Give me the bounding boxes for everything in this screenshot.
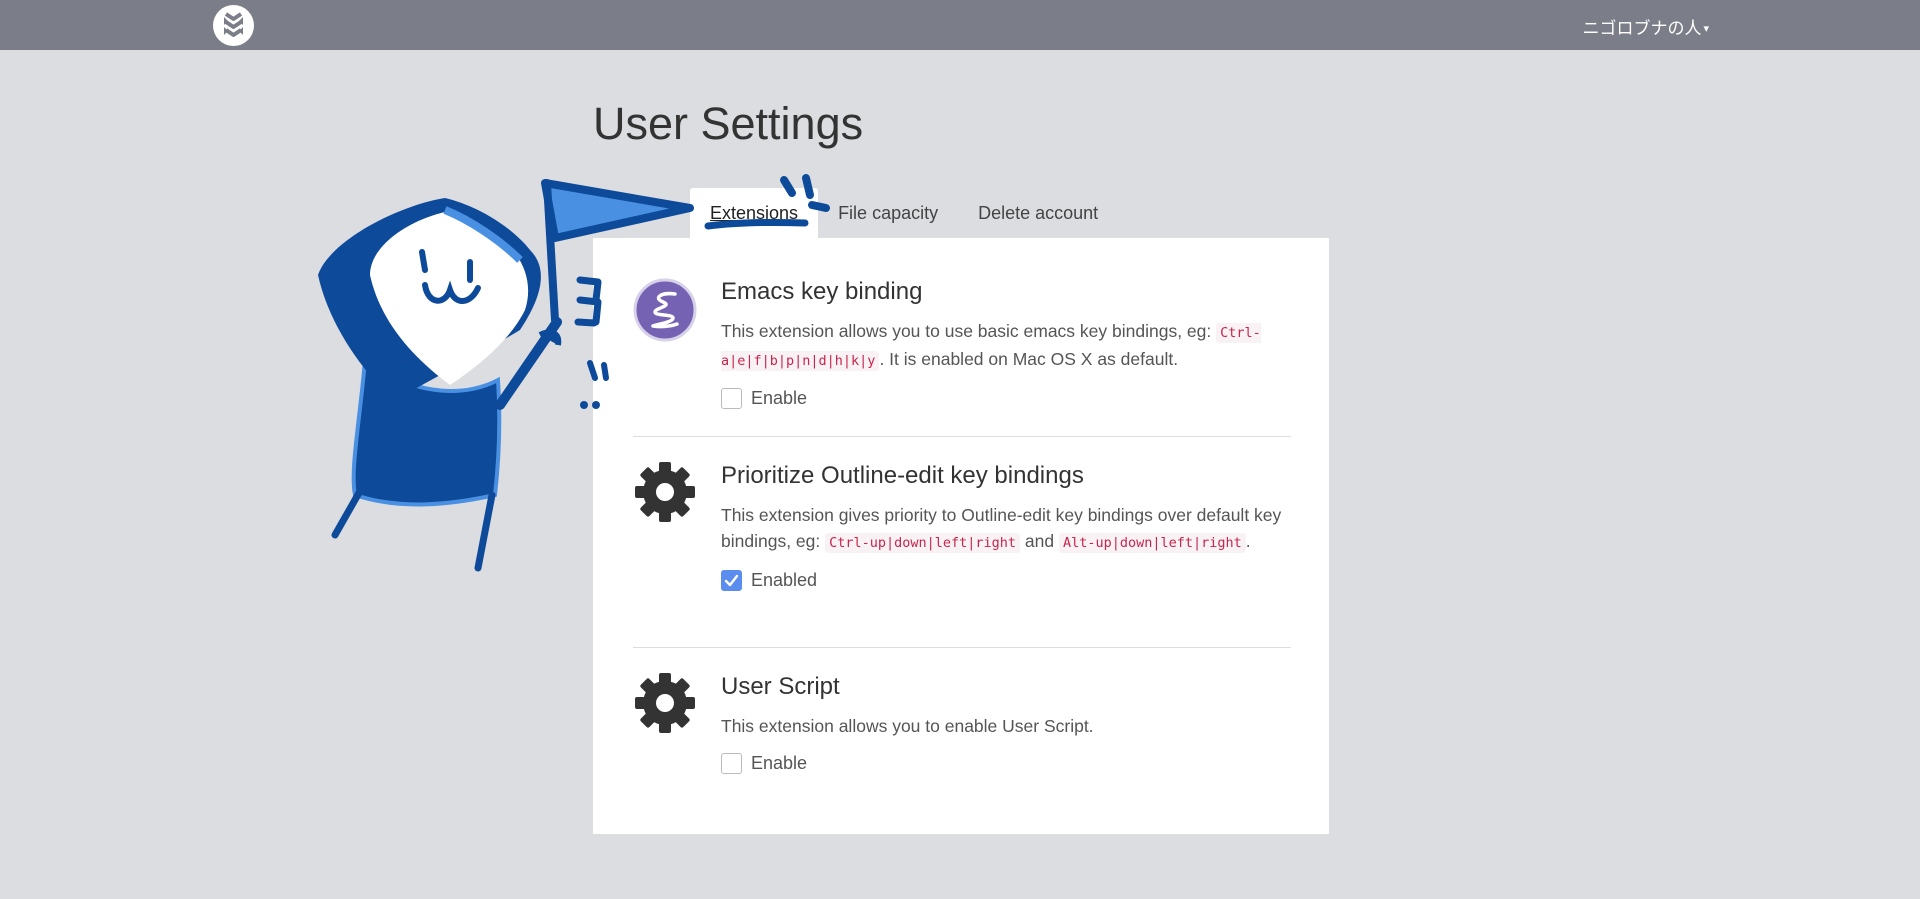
page-title: User Settings <box>593 98 864 149</box>
user-menu-dropdown[interactable]: ニゴロブナの人 ▾ <box>1582 14 1709 39</box>
gear-icon <box>633 671 697 735</box>
key-code: Alt-up|down|left|right <box>1058 533 1246 553</box>
extension-description: This extension allows you to enable User… <box>721 716 1094 736</box>
description-text: . <box>1245 531 1251 551</box>
checkbox-label: Enable <box>751 753 808 773</box>
checkbox-icon[interactable] <box>721 753 742 774</box>
top-navbar: ニゴロブナの人 ▾ <box>0 0 1920 50</box>
caret-down-icon: ▾ <box>1703 23 1709 35</box>
tab-delete-account[interactable]: Delete account <box>958 188 1118 238</box>
scrapbox-logo-icon[interactable] <box>213 5 254 46</box>
description-text: and <box>1020 531 1059 551</box>
extension-title: User Script <box>721 673 840 700</box>
key-code: Ctrl-up|down|left|right <box>825 533 1021 553</box>
extension-user-script: User Script This extension allows you to… <box>633 647 1291 797</box>
user-script-enable-checkbox[interactable]: Enable <box>721 753 1286 774</box>
mascot-flag-illustration <box>318 174 830 572</box>
description-text: . It is enabled on Mac OS X as default. <box>879 349 1179 369</box>
user-menu-label: ニゴロブナの人 <box>1582 19 1702 38</box>
